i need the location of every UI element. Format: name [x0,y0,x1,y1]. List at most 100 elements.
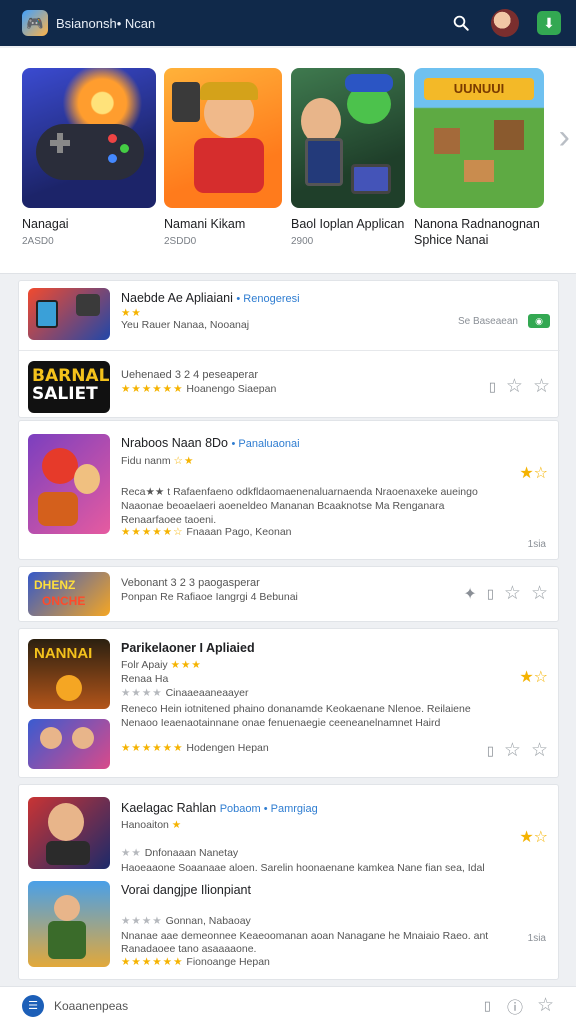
row-actions: Se Baseaean ◉ [458,314,550,328]
featured-name-line2: Sphice Nanai [414,233,489,247]
featured-meta: 2900 [291,236,314,247]
app-thumbnail: NANNAI [28,639,110,709]
star-rating: ★★★ [170,659,202,671]
star-outline-icon[interactable]: ☆ [531,582,548,605]
bookmark-icon[interactable]: ▯ [487,743,494,759]
app-subtitle: Hodengen Hepan [186,742,269,754]
app-thumbnail: DHENZ ONCHE [28,572,110,616]
app-subtitle: Yeu Rauer Nanaa, Nooanaj [121,319,250,331]
app-category: • Renogeresi [236,293,300,305]
user-avatar[interactable] [490,8,520,38]
list-item[interactable]: Naebde Ae Apliaiani • Renogeresi ★★ Yeu … [19,281,560,349]
row-actions: ★☆ [519,667,548,687]
list-item[interactable]: BARNAL SALIET Uehenaed 3 2 4 peseaperar ★… [19,351,560,419]
app-title: Vorai dangjpe Ilionpiant [121,883,251,897]
download-icon[interactable]: ⬇ [534,8,564,38]
app-subtitle-text: Fidu nanm [121,455,171,467]
corner-label: 1sia [527,539,546,550]
featured-image: UUNUUI [414,68,544,208]
app-title: Bsianonsh• Ncan [56,15,156,31]
app-title-text: Kaelagac Rahlan [121,801,217,815]
app-meta: Dnfonaaan Nanetay [144,847,239,859]
sparkle-icon[interactable]: ✦ [463,584,476,604]
app-subtitle: Folr Apaiy ★★★ [121,659,202,671]
app-description: Reneco Hein iotnitened phaino donanamde … [121,703,471,715]
app-subtitle-text: Folr Apaiy [121,659,168,671]
featured-meta: 2ASD0 [22,236,54,247]
app-subtitle: Fidu nanm ☆★ [121,455,194,467]
app-subtitle: Ponpan Re Rafiaoe Iangrgi 4 Bebunai [121,591,298,603]
row-actions: ★☆ [519,827,548,847]
row-actions: ✦ ▯ ☆ ☆ [463,582,548,605]
info-icon[interactable]: ⓘ [507,994,523,1018]
featured-carousel: Nanagai 2ASD0 Namani Kikam 2SDD0 Baol Io… [0,48,576,274]
app-list-card[interactable]: NANNAI Parikelaoner I Apliaied Folr Apai… [18,628,559,778]
app-description: Nenaoo Ieaenaotainnane onae fenuenaegie … [121,717,441,729]
search-icon[interactable] [446,8,476,38]
star-rating: ★★★★★★ [121,742,184,754]
app-list-card[interactable]: Nraboos Naan 8Do • Panaluaonai Fidu nanm… [18,420,559,560]
menu-icon[interactable]: ☰ [22,994,44,1017]
star-rating: ★★ [121,307,142,319]
app-title: Parikelaoner I Apliaied [121,641,255,655]
featured-name: Namani Kikam [164,217,246,231]
star-rating: ★★★★★☆ [121,526,184,538]
star-rating: ☆★ [173,455,195,467]
star-outline-icon[interactable]: ☆ [531,739,548,762]
app-title-text: Naebde Ae Apliaiani [121,291,233,305]
corner-label: 1sia [527,933,546,944]
star-filled-icon[interactable]: ★☆ [519,827,548,847]
featured-name-line1: Nanona Radnanognan [414,217,540,231]
star-filled-icon[interactable]: ★☆ [519,463,548,483]
app-description: Haoeaaone Soaanaae aloen. Sarelin hoonae… [121,862,485,874]
featured-image [22,68,156,208]
app-description: Naaonae beoaelaeri aoeneldeo Mananan Bca… [121,500,445,512]
featured-card[interactable]: Baol Ioplan Applican 2900 [291,68,405,247]
star-outline-icon[interactable]: ☆ [533,375,550,398]
app-meta: Cinaaeaaneaayer [165,687,249,699]
bottom-label: Koaanenpeas [54,998,129,1013]
app-list-card[interactable]: DHENZ ONCHE Vebonant 3 2 3 paogasperar P… [18,566,559,622]
row-actions: ▯ ☆ ☆ [489,375,550,398]
featured-card[interactable]: Nanagai 2ASD0 [22,68,156,247]
featured-card[interactable]: Namani Kikam 2SDD0 [164,68,282,247]
featured-image [164,68,282,208]
app-description: Reca★★ t Rafaenfaeno odkfldaomaenenaluar… [121,486,478,498]
app-title-text: Nraboos Naan 8Do [121,436,229,450]
app-meta: Gonnan, Nabaoay [165,915,251,927]
star-outline-icon[interactable]: ☆ [504,739,521,762]
app-thumbnail [28,288,110,340]
star-rating: ★★★★★★ [121,383,184,395]
bottom-bar: ☰ Koaanenpeas ▯ ⓘ ☆ [0,986,576,1024]
app-title: Vebonant 3 2 3 paogasperar [121,577,260,589]
star-filled-icon[interactable]: ★☆ [519,667,548,687]
star-rating: ★★★★ [121,915,163,927]
app-title: Nraboos Naan 8Do • Panaluaonai [121,436,300,450]
star-outline-icon[interactable]: ☆ [506,375,523,398]
app-logo[interactable]: 🎮 [22,10,48,36]
featured-meta: 2SDD0 [164,236,197,247]
app-rating: ★★★★★★ Hodengen Hepan [121,741,269,755]
top-bar: 🎮 Bsianonsh• Ncan ⬇ [0,0,576,46]
app-description: Ranadaoee tano asaaaaone. [121,943,257,955]
star-rating: ★★★★ [121,687,163,699]
app-rating: ★★ [121,307,142,319]
app-thumbnail [28,797,110,869]
bookmark-icon[interactable]: ▯ [487,586,494,602]
app-list-card: Naebde Ae Apliaiani • Renogeresi ★★ Yeu … [18,280,560,419]
app-rating: ★★★★★★ Hoanengo Siaepan [121,383,276,395]
carousel-next-icon[interactable]: › [559,118,570,157]
app-rating: ★★★★★☆ Fnaaan Pago, Keonan [121,525,292,539]
bookmark-icon[interactable]: ▯ [489,379,496,395]
featured-name: Nanagai [22,217,69,231]
app-title: Kaelagac Rahlan Pobaom • Pamrgiag [121,801,318,815]
bookmark-icon[interactable]: ▯ [484,998,491,1014]
download-button[interactable]: ◉ [528,314,550,328]
app-status: Se Baseaean [457,315,518,327]
app-subtitle: Hoanengo Siaepan [186,383,277,395]
app-subtitle: Fionoange Hepan [186,956,270,968]
featured-card[interactable]: UUNUUI Nanona Radnanognan Sphice Nanai [414,68,544,248]
star-outline-icon[interactable]: ☆ [537,994,554,1017]
star-outline-icon[interactable]: ☆ [504,582,521,605]
app-list-card[interactable]: Kaelagac Rahlan Pobaom • Pamrgiag Hanoai… [18,784,559,980]
